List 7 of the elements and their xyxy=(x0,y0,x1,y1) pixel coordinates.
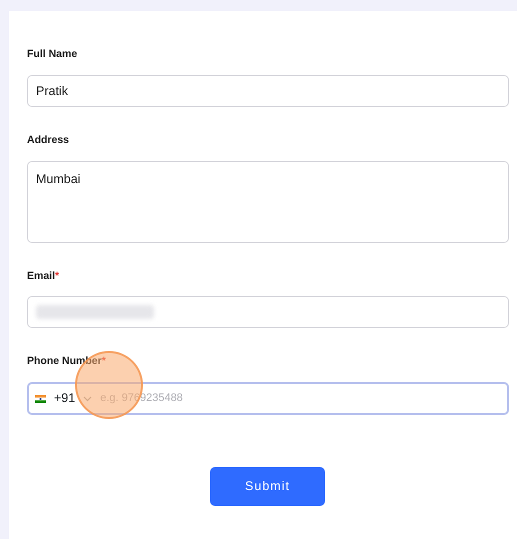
address-field[interactable]: Mumbai xyxy=(27,160,509,242)
field-label: Full Name xyxy=(27,47,78,62)
country-code[interactable]: +91 xyxy=(54,389,76,408)
field-label: Address xyxy=(27,132,70,148)
field-label: Email* xyxy=(27,268,60,284)
submit-button[interactable]: Submit xyxy=(210,467,325,506)
text-field[interactable]: Pratik xyxy=(27,74,509,107)
